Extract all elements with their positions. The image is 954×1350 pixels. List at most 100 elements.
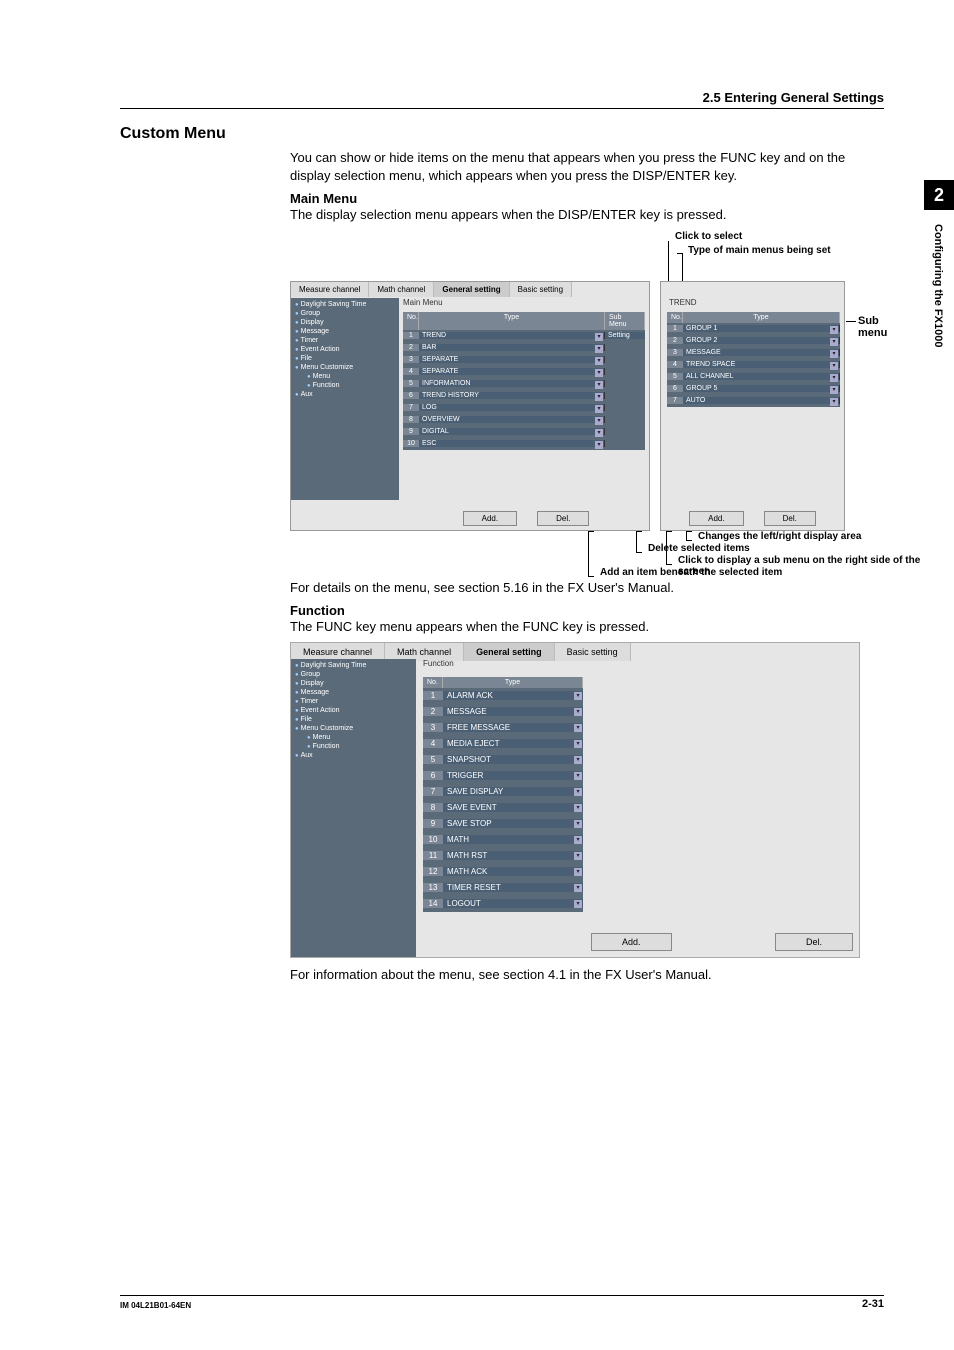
tree-item[interactable]: ●Display [291,679,416,688]
tree-item[interactable]: ●Timer [291,697,416,706]
cell-type[interactable]: TREND HISTORY▾ [419,392,605,399]
tree-item[interactable]: ●Daylight Saving Time [291,661,416,670]
chevron-down-icon[interactable]: ▾ [574,820,582,828]
tree-item[interactable]: ●Menu [291,372,399,381]
table-row[interactable]: 6TREND HISTORY▾ [403,390,645,402]
chevron-down-icon[interactable]: ▾ [574,756,582,764]
chevron-down-icon[interactable]: ▾ [595,357,603,365]
table-row[interactable]: 5INFORMATION▾ [403,378,645,390]
cell-type[interactable]: TIMER RESET▾ [443,883,583,892]
table-row[interactable]: 2BAR▾ [403,342,645,354]
cell-type[interactable]: ALL CHANNEL▾ [683,373,840,380]
cell-type[interactable]: SEPARATE▾ [419,368,605,375]
table-row[interactable]: 9SAVE STOP▾ [423,816,583,832]
table-row[interactable]: 4TREND SPACE▾ [667,359,840,371]
cell-type[interactable]: SAVE STOP▾ [443,819,583,828]
cell-submenu[interactable]: Setting [605,332,645,339]
chevron-down-icon[interactable]: ▾ [830,362,838,370]
chevron-down-icon[interactable]: ▾ [595,441,603,449]
tree-item[interactable]: ●Message [291,688,416,697]
chevron-down-icon[interactable]: ▾ [830,338,838,346]
cell-type[interactable]: AUTO▾ [683,397,840,404]
cell-type[interactable]: ALARM ACK▾ [443,691,583,700]
tree-item[interactable]: ●Function [291,742,416,751]
table-row[interactable]: 9DIGITAL▾ [403,426,645,438]
table-row[interactable]: 5SNAPSHOT▾ [423,752,583,768]
del-button[interactable]: Del. [775,933,853,951]
cell-type[interactable]: GROUP 1▾ [683,325,840,332]
add-button[interactable]: Add. [689,511,743,526]
table-row[interactable]: 2MESSAGE▾ [423,704,583,720]
cell-type[interactable]: DIGITAL▾ [419,428,605,435]
table-row[interactable]: 5ALL CHANNEL▾ [667,371,840,383]
cell-type[interactable]: MESSAGE▾ [443,707,583,716]
chevron-down-icon[interactable]: ▾ [574,836,582,844]
cell-type[interactable]: GROUP 2▾ [683,337,840,344]
cell-type[interactable]: SAVE EVENT▾ [443,803,583,812]
table-row[interactable]: 12MATH ACK▾ [423,864,583,880]
tab-math[interactable]: Math channel [369,282,434,297]
tree-item[interactable]: ●Group [291,670,416,679]
cell-type[interactable]: SAVE DISPLAY▾ [443,787,583,796]
cell-type[interactable]: MESSAGE▾ [683,349,840,356]
chevron-down-icon[interactable]: ▾ [595,333,603,341]
table-row[interactable]: 3MESSAGE▾ [667,347,840,359]
chevron-down-icon[interactable]: ▾ [595,429,603,437]
chevron-down-icon[interactable]: ▾ [574,900,582,908]
table-row[interactable]: 7LOG▾ [403,402,645,414]
tab-general[interactable]: General setting [434,282,509,297]
table-row[interactable]: 4MEDIA EJECT▾ [423,736,583,752]
chevron-down-icon[interactable]: ▾ [574,692,582,700]
table-row[interactable]: 8OVERVIEW▾ [403,414,645,426]
table-row[interactable]: 3SEPARATE▾ [403,354,645,366]
cell-type[interactable]: TRIGGER▾ [443,771,583,780]
tree-item[interactable]: ●Aux [291,390,399,399]
tab-basic[interactable]: Basic setting [510,282,572,297]
cell-type[interactable]: LOGOUT▾ [443,899,583,908]
tree-item[interactable]: ●Display [291,318,399,327]
cell-type[interactable]: MATH▾ [443,835,583,844]
table-row[interactable]: 6GROUP 5▾ [667,383,840,395]
table-row[interactable]: 4SEPARATE▾ [403,366,645,378]
tab-basic[interactable]: Basic setting [555,643,631,661]
cell-type[interactable]: FREE MESSAGE▾ [443,723,583,732]
cell-type[interactable]: GROUP 5▾ [683,385,840,392]
chevron-down-icon[interactable]: ▾ [574,852,582,860]
table-row[interactable]: 6TRIGGER▾ [423,768,583,784]
del-button[interactable]: Del. [764,511,816,526]
chevron-down-icon[interactable]: ▾ [574,788,582,796]
tree-item[interactable]: ●Timer [291,336,399,345]
tree-item[interactable]: ●Message [291,327,399,336]
cell-type[interactable]: LOG▾ [419,404,605,411]
table-row[interactable]: 10MATH▾ [423,832,583,848]
table-row[interactable]: 8SAVE EVENT▾ [423,800,583,816]
chevron-down-icon[interactable]: ▾ [574,740,582,748]
chevron-down-icon[interactable]: ▾ [595,381,603,389]
del-button[interactable]: Del. [537,511,589,526]
chevron-down-icon[interactable]: ▾ [574,804,582,812]
table-row[interactable]: 1GROUP 1▾ [667,323,840,335]
chevron-down-icon[interactable]: ▾ [574,724,582,732]
tree-item[interactable]: ●Daylight Saving Time [291,300,399,309]
cell-type[interactable]: TREND SPACE▾ [683,361,840,368]
tree-item[interactable]: ●Event Action [291,345,399,354]
tree-item[interactable]: ●Menu [291,733,416,742]
table-row[interactable]: 2GROUP 2▾ [667,335,840,347]
cell-type[interactable]: ESC▾ [419,440,605,447]
table-row[interactable]: 1ALARM ACK▾ [423,688,583,704]
table-row[interactable]: 10ESC▾ [403,438,645,450]
chevron-down-icon[interactable]: ▾ [830,374,838,382]
chevron-down-icon[interactable]: ▾ [574,772,582,780]
chevron-down-icon[interactable]: ▾ [574,708,582,716]
chevron-down-icon[interactable]: ▾ [830,398,838,406]
table-row[interactable]: 14LOGOUT▾ [423,896,583,912]
tree-item[interactable]: ●File [291,715,416,724]
cell-type[interactable]: SEPARATE▾ [419,356,605,363]
tab-measure[interactable]: Measure channel [291,282,369,297]
table-row[interactable]: 13TIMER RESET▾ [423,880,583,896]
tree-item[interactable]: ●File [291,354,399,363]
cell-type[interactable]: MATH ACK▾ [443,867,583,876]
tab-general[interactable]: General setting [464,643,555,661]
add-button[interactable]: Add. [463,511,517,526]
chevron-down-icon[interactable]: ▾ [595,405,603,413]
